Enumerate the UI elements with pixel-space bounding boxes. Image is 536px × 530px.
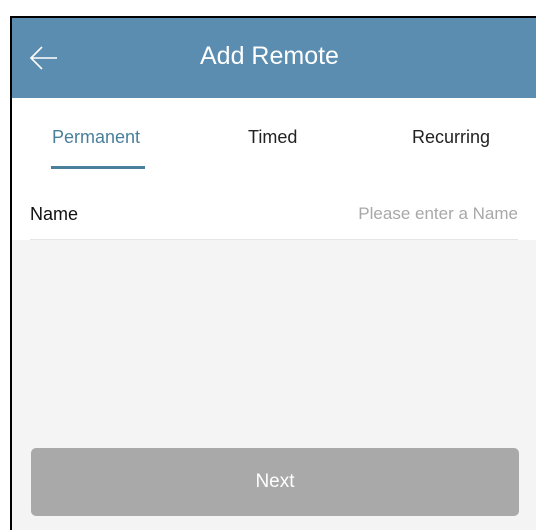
name-label: Name (30, 204, 79, 224)
next-button[interactable]: Next (31, 448, 519, 516)
arrow-left-icon (29, 46, 57, 70)
divider (30, 239, 518, 240)
name-row: Name (12, 180, 536, 240)
app-bar: Add Remote (12, 18, 536, 98)
app-screen: Add Remote Permanent Timed Recurring Nam… (10, 16, 536, 530)
active-tab-indicator (51, 166, 145, 169)
tab-permanent[interactable]: Permanent (52, 127, 140, 148)
page-title: Add Remote (200, 42, 339, 70)
name-input[interactable] (278, 201, 518, 227)
tab-recurring[interactable]: Recurring (412, 127, 490, 148)
tab-timed[interactable]: Timed (248, 127, 297, 148)
back-button[interactable] (26, 40, 62, 76)
tab-bar: Permanent Timed Recurring (12, 98, 536, 180)
